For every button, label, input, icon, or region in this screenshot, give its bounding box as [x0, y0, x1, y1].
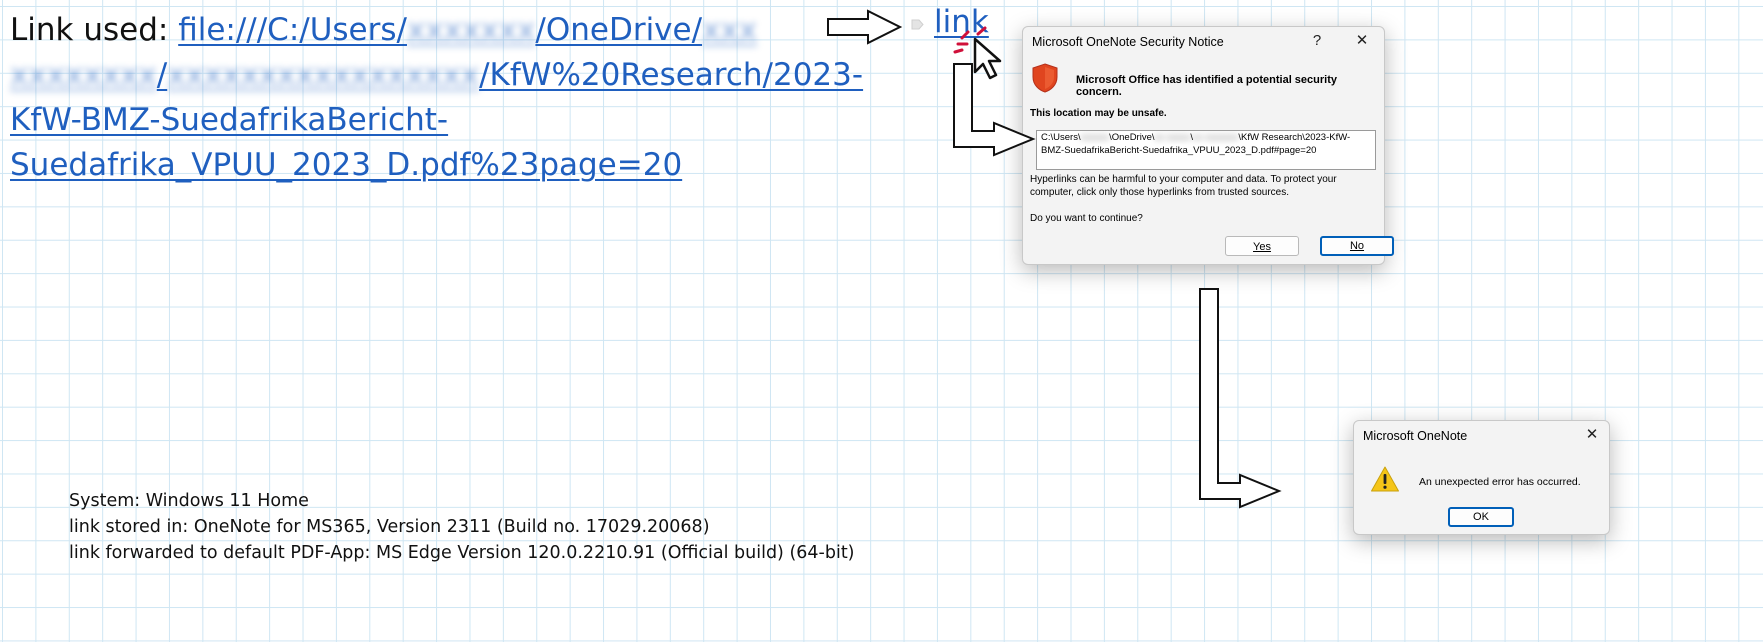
ok-button[interactable]: OK [1448, 507, 1514, 527]
system-info-pdf-app: link forwarded to default PDF-App: MS Ed… [69, 543, 855, 563]
yes-button[interactable]: Yes [1225, 236, 1299, 256]
redacted-path-part-2: xx xxxxx [1154, 132, 1191, 143]
link-used-text: Link used: file:///C:/Users/xxxxxxx/OneD… [10, 8, 863, 188]
mouse-cursor-icon [973, 37, 1002, 80]
security-headline: Microsoft Office has identified a potent… [1076, 74, 1337, 98]
redacted-folder: xxx [702, 12, 758, 48]
warning-icon [1371, 466, 1399, 492]
no-button[interactable]: No [1320, 236, 1394, 256]
shield-icon [1032, 63, 1058, 93]
help-button[interactable]: ? [1304, 30, 1330, 52]
system-info-onenote: link stored in: OneNote for MS365, Versi… [69, 517, 710, 537]
continue-question: Do you want to continue? [1030, 213, 1143, 224]
short-hyperlink[interactable]: link [934, 4, 989, 40]
redacted-path-part: xxxxxx [1080, 132, 1110, 143]
security-close-button[interactable]: ✕ [1349, 30, 1375, 52]
error-close-button[interactable]: ✕ [1579, 424, 1605, 446]
location-path-box: C:\Users\xxxxxx\OneDrive\xx xxxxx\xx xxx… [1036, 130, 1376, 170]
unsafe-location-label: This location may be unsafe. [1030, 108, 1167, 119]
bullet-icon [911, 19, 924, 30]
error-dialog: Microsoft OneNote ✕ An unexpected error … [1353, 420, 1610, 535]
link-used-prefix: Link used: [10, 12, 179, 48]
security-dialog-title: Microsoft OneNote Security Notice [1032, 35, 1224, 49]
error-message: An unexpected error has occurred. [1419, 476, 1581, 488]
security-warning-body: Hyperlinks can be harmful to your comput… [1030, 174, 1337, 198]
error-dialog-title: Microsoft OneNote [1363, 429, 1468, 443]
redacted-folder-2: xxxxxxxx [10, 57, 157, 93]
redacted-subfolder: xxxxxxxxxxxxxxxxx [167, 57, 480, 93]
arrow-icon [1199, 288, 1282, 509]
system-info: System: Windows 11 Home link stored in: … [69, 488, 855, 566]
redacted-path-part-3: xx xxxxxxx [1193, 132, 1239, 143]
security-notice-dialog: Microsoft OneNote Security Notice ? ✕ Mi… [1022, 26, 1394, 265]
system-info-os: System: Windows 11 Home [69, 491, 309, 511]
redacted-username: xxxxxxx [406, 12, 536, 48]
